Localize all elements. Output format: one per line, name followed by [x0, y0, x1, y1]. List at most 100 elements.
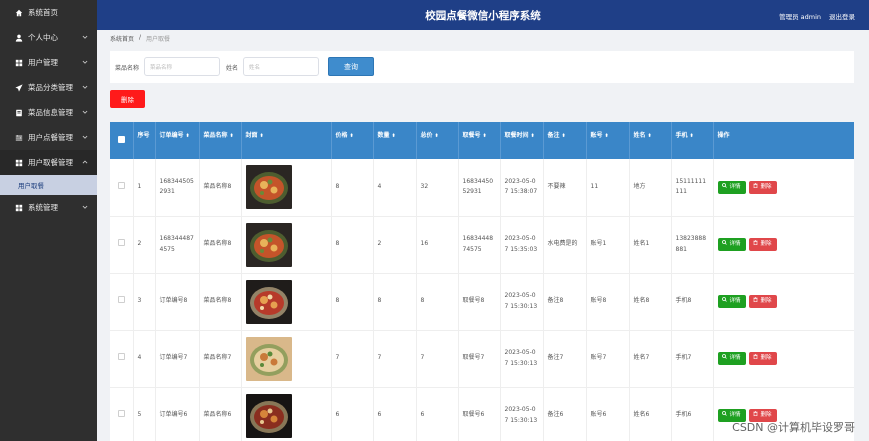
cell-idx: 4: [133, 330, 156, 388]
chevron-down-icon: [82, 83, 88, 92]
column-header-12[interactable]: 姓名 ⬍: [629, 122, 672, 159]
sort-icon[interactable]: ⬍: [531, 133, 535, 139]
sort-icon[interactable]: ⬍: [230, 133, 234, 139]
header-user-area: 管理员 admin 退出登录: [779, 11, 855, 21]
sort-icon[interactable]: ⬍: [435, 133, 439, 139]
sort-icon[interactable]: ⬍: [350, 133, 354, 139]
row-checkbox[interactable]: [117, 181, 125, 189]
cell-qty-value: 7: [377, 354, 382, 362]
cell-dish-value: 菜品名称6: [203, 411, 232, 419]
cell-dish-value: 菜品名称8: [203, 297, 232, 305]
detail-button-label: 详情: [729, 240, 741, 247]
sort-icon[interactable]: ⬍: [562, 133, 566, 139]
sort-icon[interactable]: ⬍: [605, 133, 609, 139]
sidebar-item-label: 菜品信息管理: [28, 108, 73, 117]
header-bar: 校园点餐微信小程序系统 管理员 admin 退出登录: [97, 0, 869, 30]
column-header-11[interactable]: 账号 ⬍: [586, 122, 630, 159]
column-header-6[interactable]: 数量 ⬍: [373, 122, 417, 159]
cell-price-value: 8: [335, 183, 340, 191]
cell-idx: 5: [133, 387, 156, 441]
cell-idx-value: 4: [137, 354, 142, 362]
sidebar-item-2[interactable]: 用户管理: [0, 50, 97, 75]
sidebar-item-4[interactable]: 菜品信息管理: [0, 100, 97, 125]
actions-cell: 详情 删除: [713, 273, 854, 331]
sidebar-item-1[interactable]: 个人中心: [0, 25, 97, 50]
sort-icon[interactable]: ⬍: [392, 133, 396, 139]
cell-note-value: 备注8: [547, 297, 564, 305]
column-header-7[interactable]: 总价 ⬍: [416, 122, 459, 159]
sort-icon[interactable]: ⬍: [186, 133, 190, 139]
column-header-4[interactable]: 封面 ⬍: [241, 122, 332, 159]
cell-price-value: 8: [335, 297, 340, 305]
cell-name: 姓名7: [629, 330, 672, 388]
cell-name-value: 地方: [633, 183, 646, 191]
search-panel: 菜品名称 菜品名称 姓名 姓名 查询: [110, 51, 854, 83]
detail-button[interactable]: 详情: [717, 180, 746, 194]
sidebar-item-8[interactable]: 系统管理: [0, 195, 97, 220]
cell-note-value: 不要辣: [547, 183, 566, 191]
detail-button[interactable]: 详情: [717, 295, 746, 308]
row-checkbox[interactable]: [117, 238, 125, 246]
sidebar-item-0[interactable]: 系统首页: [0, 0, 97, 25]
cell-dish: 菜品名称8: [199, 159, 242, 217]
column-header-5[interactable]: 价格 ⬍: [331, 122, 374, 159]
sort-icon[interactable]: ⬍: [690, 133, 694, 139]
sidebar-item-3[interactable]: 菜品分类管理: [0, 75, 97, 100]
cell-phone: 手机8: [671, 273, 714, 331]
admin-label: 管理员 admin: [779, 13, 821, 21]
column-header-label: 账号: [590, 132, 603, 139]
book-icon: [14, 108, 23, 117]
search-icon: [722, 239, 728, 249]
detail-button[interactable]: 详情: [717, 238, 746, 251]
dish-name-input[interactable]: 菜品名称: [144, 57, 220, 76]
cell-phone: 手机7: [671, 330, 714, 388]
breadcrumb-home[interactable]: 系统首页: [110, 34, 134, 43]
sidebar-item-label: 用户取餐管理: [28, 158, 73, 167]
column-header-13[interactable]: 手机 ⬍: [671, 122, 714, 159]
grid-icon: [14, 58, 23, 67]
cell-time-value: 2023-05-07 15:35:03: [504, 235, 538, 253]
user-icon: [14, 33, 23, 42]
sidebar-item-label: 用户管理: [28, 58, 58, 67]
column-header-2[interactable]: 订单编号 ⬍: [155, 122, 200, 159]
orders-table: 序号 订单编号 ⬍ 菜品名称 ⬍ 封面 ⬍ 价格 ⬍ 数量 ⬍ 总价 ⬍ 取餐号 ⬍ 取餐时间 ⬍ 备注 ⬍ 账号 ⬍ 姓…: [110, 122, 854, 441]
delete-row-button[interactable]: 删除: [748, 352, 777, 365]
cover-cell: [241, 159, 332, 217]
sidebar-item-label: 用户取餐: [18, 182, 44, 190]
sort-icon[interactable]: ⬍: [483, 133, 487, 139]
search-button[interactable]: 查询: [328, 57, 374, 76]
cell-phone-value: 手机6: [675, 411, 692, 419]
detail-button[interactable]: 详情: [717, 352, 746, 365]
sidebar-item-7[interactable]: 用户取餐: [0, 175, 97, 195]
row-checkbox[interactable]: [117, 295, 125, 303]
select-all-checkbox[interactable]: [117, 136, 125, 143]
delete-row-button[interactable]: 删除: [748, 180, 777, 194]
grid-icon: [14, 203, 23, 212]
delete-row-button[interactable]: 删除: [748, 295, 777, 308]
batch-delete-button[interactable]: 删除: [110, 90, 145, 108]
dish-name-label: 菜品名称: [115, 65, 140, 72]
cell-qty-value: 4: [377, 183, 382, 191]
sort-icon[interactable]: ⬍: [260, 133, 264, 139]
row-checkbox[interactable]: [117, 409, 125, 417]
cell-qty-value: 6: [377, 411, 382, 419]
sort-icon[interactable]: ⬍: [648, 133, 652, 139]
orders-table-container: 序号 订单编号 ⬍ 菜品名称 ⬍ 封面 ⬍ 价格 ⬍ 数量 ⬍ 总价 ⬍ 取餐号 ⬍ 取餐时间 ⬍ 备注 ⬍ 账号 ⬍ 姓…: [110, 122, 854, 441]
row-select-cell: [110, 159, 134, 217]
cell-total-value: 7: [420, 354, 425, 362]
column-header-8[interactable]: 取餐号 ⬍: [458, 122, 501, 159]
row-select-cell: [110, 330, 134, 388]
column-header-1: 序号: [133, 122, 156, 159]
cell-qty: 4: [373, 159, 417, 217]
logout-link[interactable]: 退出登录: [829, 11, 855, 21]
column-header-label: 价格: [335, 132, 348, 139]
dish-image: [245, 393, 292, 438]
name-input[interactable]: 姓名: [243, 57, 319, 76]
column-header-3[interactable]: 菜品名称 ⬍: [199, 122, 242, 159]
row-checkbox[interactable]: [117, 352, 125, 360]
column-header-10[interactable]: 备注 ⬍: [543, 122, 587, 159]
sidebar-item-5[interactable]: 用户点餐管理: [0, 125, 97, 150]
sidebar-item-6[interactable]: 用户取餐管理: [0, 150, 97, 175]
column-header-9[interactable]: 取餐时间 ⬍: [500, 122, 544, 159]
delete-row-button[interactable]: 删除: [748, 238, 777, 251]
